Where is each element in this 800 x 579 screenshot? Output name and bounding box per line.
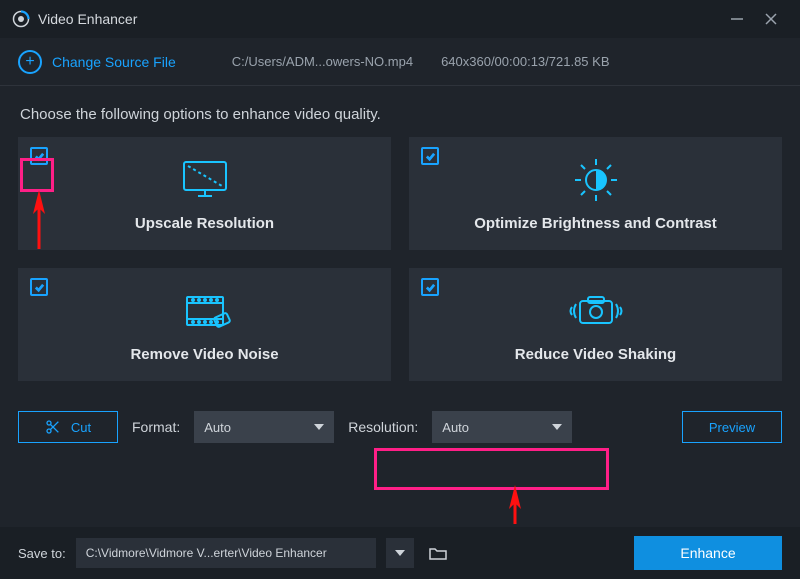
checkbox-deshake[interactable]: [421, 278, 439, 296]
format-select[interactable]: Auto: [194, 411, 334, 443]
app-logo-icon: [12, 10, 30, 28]
folder-icon: [429, 546, 447, 560]
film-erase-icon: [177, 286, 233, 336]
chevron-down-icon: [314, 424, 324, 430]
control-bar: Cut Format: Auto Resolution: Auto Previe…: [0, 381, 800, 443]
change-source-label: Change Source File: [52, 54, 176, 70]
card-brightness-label: Optimize Brightness and Contrast: [474, 215, 717, 232]
scissors-icon: [45, 419, 61, 435]
sun-contrast-icon: [571, 155, 621, 205]
preview-button[interactable]: Preview: [682, 411, 782, 443]
card-upscale-resolution[interactable]: Upscale Resolution: [18, 137, 391, 250]
source-toolbar: + Change Source File C:/Users/ADM...ower…: [0, 38, 800, 86]
cut-label: Cut: [71, 420, 91, 435]
titlebar: Video Enhancer: [0, 0, 800, 38]
checkbox-upscale[interactable]: [30, 147, 48, 165]
chevron-down-icon: [552, 424, 562, 430]
resolution-label: Resolution:: [348, 419, 418, 435]
card-deshake-label: Reduce Video Shaking: [515, 346, 676, 363]
enhance-label: Enhance: [680, 545, 735, 561]
card-reduce-shaking[interactable]: Reduce Video Shaking: [409, 268, 782, 381]
enhance-options-grid: Upscale Resolution Optimize Brightness a…: [0, 137, 800, 381]
minimize-button[interactable]: [720, 2, 754, 36]
checkbox-denoise[interactable]: [30, 278, 48, 296]
annotation-highlight-resolution: [374, 448, 609, 490]
preview-label: Preview: [709, 420, 755, 435]
card-denoise-label: Remove Video Noise: [130, 346, 278, 363]
cut-button[interactable]: Cut: [18, 411, 118, 443]
source-file-path: C:/Users/ADM...owers-NO.mp4: [232, 54, 413, 69]
camera-shake-icon: [566, 286, 626, 336]
card-remove-noise[interactable]: Remove Video Noise: [18, 268, 391, 381]
enhance-button[interactable]: Enhance: [634, 536, 782, 570]
checkbox-brightness[interactable]: [421, 147, 439, 165]
bottom-bar: Save to: C:\Vidmore\Vidmore V...erter\Vi…: [0, 527, 800, 579]
instruction-text: Choose the following options to enhance …: [0, 86, 800, 137]
plus-icon: +: [18, 50, 42, 74]
format-label: Format:: [132, 419, 180, 435]
saveto-dropdown-button[interactable]: [386, 538, 414, 568]
format-value: Auto: [204, 420, 231, 435]
saveto-path-value: C:\Vidmore\Vidmore V...erter\Video Enhan…: [86, 546, 327, 560]
close-button[interactable]: [754, 2, 788, 36]
source-file-meta: 640x360/00:00:13/721.85 KB: [441, 54, 609, 69]
monitor-icon: [178, 155, 232, 205]
resolution-select[interactable]: Auto: [432, 411, 572, 443]
saveto-label: Save to:: [18, 546, 66, 561]
saveto-path-field[interactable]: C:\Vidmore\Vidmore V...erter\Video Enhan…: [76, 538, 376, 568]
resolution-value: Auto: [442, 420, 469, 435]
card-brightness-contrast[interactable]: Optimize Brightness and Contrast: [409, 137, 782, 250]
card-upscale-label: Upscale Resolution: [135, 215, 274, 232]
change-source-button[interactable]: + Change Source File: [18, 50, 176, 74]
titlebar-title: Video Enhancer: [38, 11, 720, 27]
chevron-down-icon: [395, 550, 405, 556]
open-folder-button[interactable]: [424, 538, 452, 568]
